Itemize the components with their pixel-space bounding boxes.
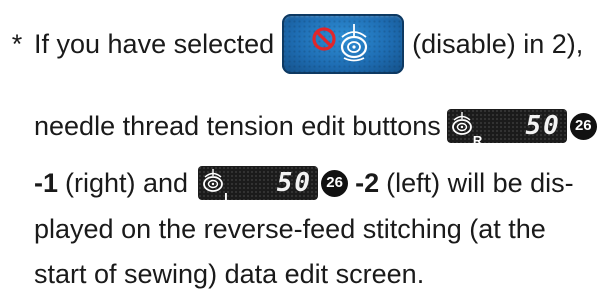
tension-side-label-right: R — [472, 133, 483, 143]
note-line-1: * If you have selected (disable) in 2), — [0, 14, 583, 74]
note-line-2: needle thread tension edit buttons R 50 … — [0, 108, 597, 144]
asterisk-mark: * — [11, 29, 23, 59]
disable-tension-button[interactable] — [282, 14, 405, 74]
tension-value-left: 50 — [276, 168, 313, 198]
thread-tension-dial-icon — [341, 24, 368, 62]
note-text-line-5: start of sewing) data edit screen. — [34, 259, 425, 289]
figure-reference-sub-1: -1 — [34, 168, 59, 198]
note-text-line-4: played on the reverse-feed stitching (at… — [34, 214, 546, 244]
figure-reference-badge: 26 — [569, 112, 597, 140]
tension-side-label-left: L — [224, 190, 233, 200]
note-text-after-button: (disable) in 2), — [412, 29, 584, 59]
thread-tension-dial-icon — [203, 169, 223, 192]
tension-edit-button-left[interactable]: L 50 — [198, 166, 319, 200]
note-line-3: -1 (right) and L 50 26 -2 (left) will be… — [0, 165, 574, 201]
note-line-4: played on the reverse-feed stitching (at… — [0, 213, 546, 245]
prohibit-icon — [312, 27, 336, 51]
note-text-before-button: If you have selected — [34, 29, 275, 59]
figure-reference-badge: 26 — [321, 169, 349, 197]
note-text-line-2: needle thread tension edit buttons — [34, 111, 441, 141]
tension-edit-button-right[interactable]: R 50 — [446, 109, 567, 143]
note-line-5: start of sewing) data edit screen. — [0, 258, 424, 290]
tension-value-right: 50 — [525, 111, 561, 141]
figure-reference-sub-2: -2 — [355, 168, 380, 198]
note-text-left-will-be: (left) will be dis- — [386, 168, 574, 198]
note-text-right-and: (right) and — [65, 168, 189, 198]
thread-tension-dial-icon — [451, 112, 472, 135]
